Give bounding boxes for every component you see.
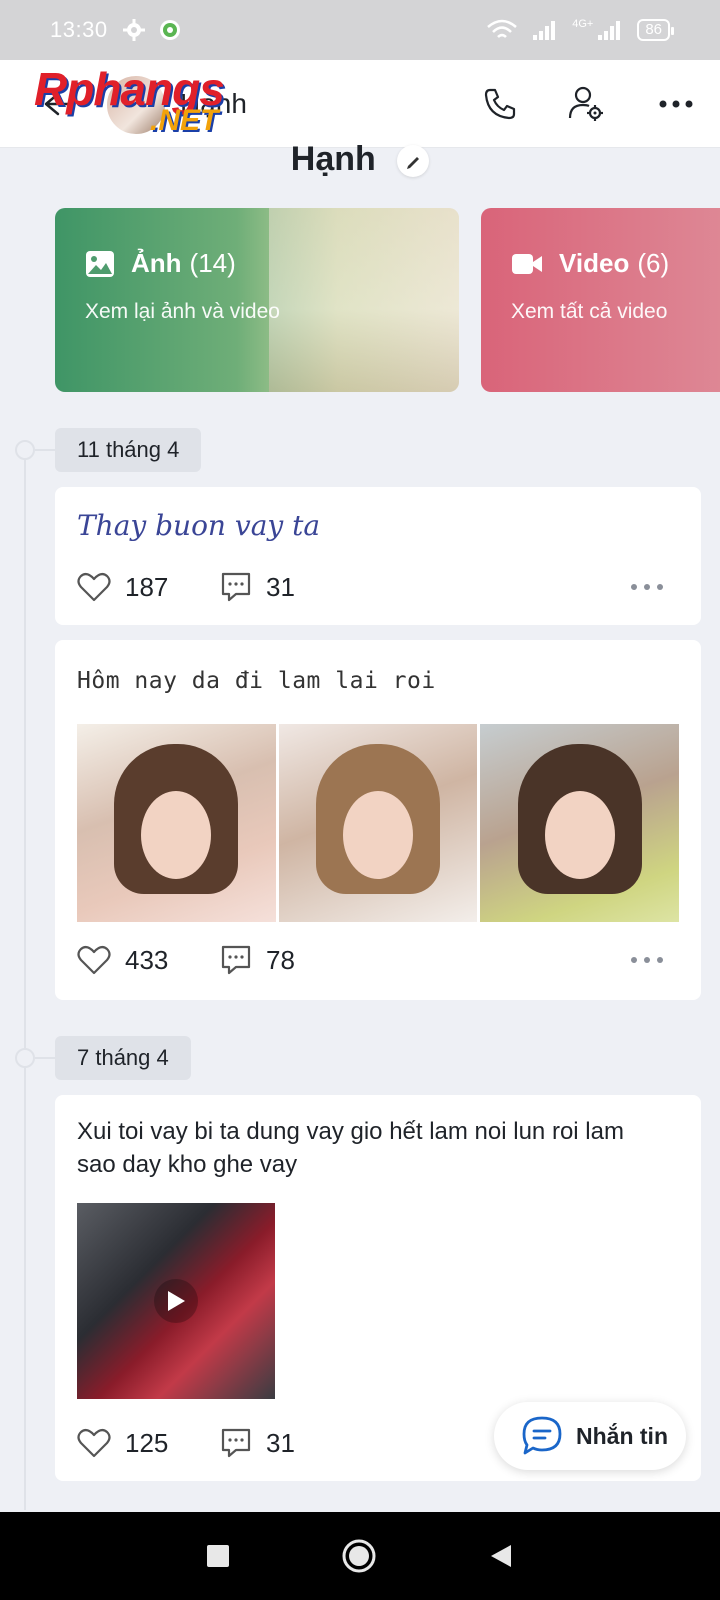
like-button[interactable]: 187 [77,571,220,603]
comment-count: 78 [266,944,295,975]
profile-name: Hạnh [0,140,720,179]
photos-card[interactable]: Ảnh (14) Xem lại ảnh và video [55,208,459,392]
post-stats: 187 31 [77,569,679,605]
post-photo-grid [77,724,680,922]
like-button[interactable]: 125 [77,1427,220,1459]
heart-icon [77,1428,111,1458]
comment-icon [221,945,251,975]
post-more-options-button[interactable] [631,957,679,963]
phone-icon [484,88,516,120]
play-button[interactable] [154,1279,198,1323]
videos-count: (6) [637,248,670,278]
comment-icon [221,1428,251,1458]
comment-button[interactable]: 78 [220,944,363,976]
video-camera-icon [512,253,542,274]
more-horizontal-icon [659,100,693,108]
app-notification-icon [159,20,180,40]
user-settings-icon [568,86,603,121]
comment-button[interactable]: 31 [220,571,363,603]
home-icon[interactable] [341,1538,377,1574]
status-bar: 13:30 4G+ 86 [0,0,720,60]
post-photo[interactable] [480,724,680,922]
watermark-logo-suffix: .NET [150,104,219,137]
post-video-thumbnail[interactable] [77,1203,275,1399]
status-right-icons: 4G+ 86 [486,18,674,42]
timeline-line [24,450,26,1510]
photos-count: (14) [189,248,236,278]
post-card[interactable]: Thay buon vay ta 187 31 [55,487,701,625]
comment-button[interactable]: 31 [220,1427,363,1459]
send-message-label: Nhắn tin [576,1422,668,1449]
date-chip: 11 tháng 4 [55,428,202,472]
videos-card-title: Video (6) [511,248,669,279]
status-left-icons [122,18,182,42]
chat-bubble-icon [522,1416,562,1455]
play-icon [168,1291,185,1311]
profile-name-text: Hạnh [290,140,376,178]
app-header: Hạnh Rphangs .NET [0,60,720,148]
comment-count: 31 [266,571,295,602]
like-count: 187 [125,571,169,602]
post-more-options-button[interactable] [631,584,679,590]
battery-indicator: 86 [637,19,674,41]
profile-settings-button[interactable] [562,80,610,128]
photos-label: Ảnh [131,248,182,278]
post-card[interactable]: Hôm nay da đi lam lai roi 433 78 [55,640,701,1000]
post-stats: 433 78 [77,942,679,978]
photos-subtitle: Xem lại ảnh và video [85,300,280,323]
system-nav-bar [0,1512,720,1600]
status-time: 13:30 [50,17,108,42]
videos-card[interactable]: Video (6) Xem tất cả video [481,208,720,392]
timeline-dot [15,1048,35,1068]
settings-gear-icon [122,19,145,41]
call-button[interactable] [476,80,524,128]
heart-icon [77,572,111,602]
recent-apps-icon[interactable] [205,1543,231,1569]
timeline-connector [35,1057,55,1059]
signal-icon-2 [598,21,621,40]
signal-icon [533,21,556,40]
like-button[interactable]: 433 [77,944,220,976]
comment-count: 31 [266,1427,295,1458]
videos-subtitle: Xem tất cả video [511,300,668,323]
more-options-button[interactable] [652,80,700,128]
heart-icon [77,945,111,975]
post-photo[interactable] [278,724,478,922]
post-text: Thay buon vay ta [77,509,321,542]
timeline-connector [35,449,55,451]
photo-preview [269,208,459,392]
image-icon [86,250,114,277]
comment-icon [221,572,251,602]
network-type: 4G+ [572,18,594,30]
photos-card-title: Ảnh (14) [85,248,236,279]
post-text: Hôm nay da đi lam lai roi [77,668,436,694]
post-text: Xui toi vay bi ta dung vay gio hết lam n… [77,1118,624,1178]
wifi-icon [487,19,518,38]
videos-label: Video [559,248,630,278]
pencil-icon [407,157,420,170]
send-message-button[interactable]: Nhắn tin [494,1402,686,1470]
back-triangle-icon[interactable] [487,1542,515,1570]
date-chip: 7 tháng 4 [55,1036,191,1080]
like-count: 433 [125,944,169,975]
timeline-dot [15,440,35,460]
like-count: 125 [125,1427,169,1458]
post-photo[interactable] [77,724,276,922]
edit-name-button[interactable] [397,145,430,178]
battery-level: 86 [645,21,662,38]
